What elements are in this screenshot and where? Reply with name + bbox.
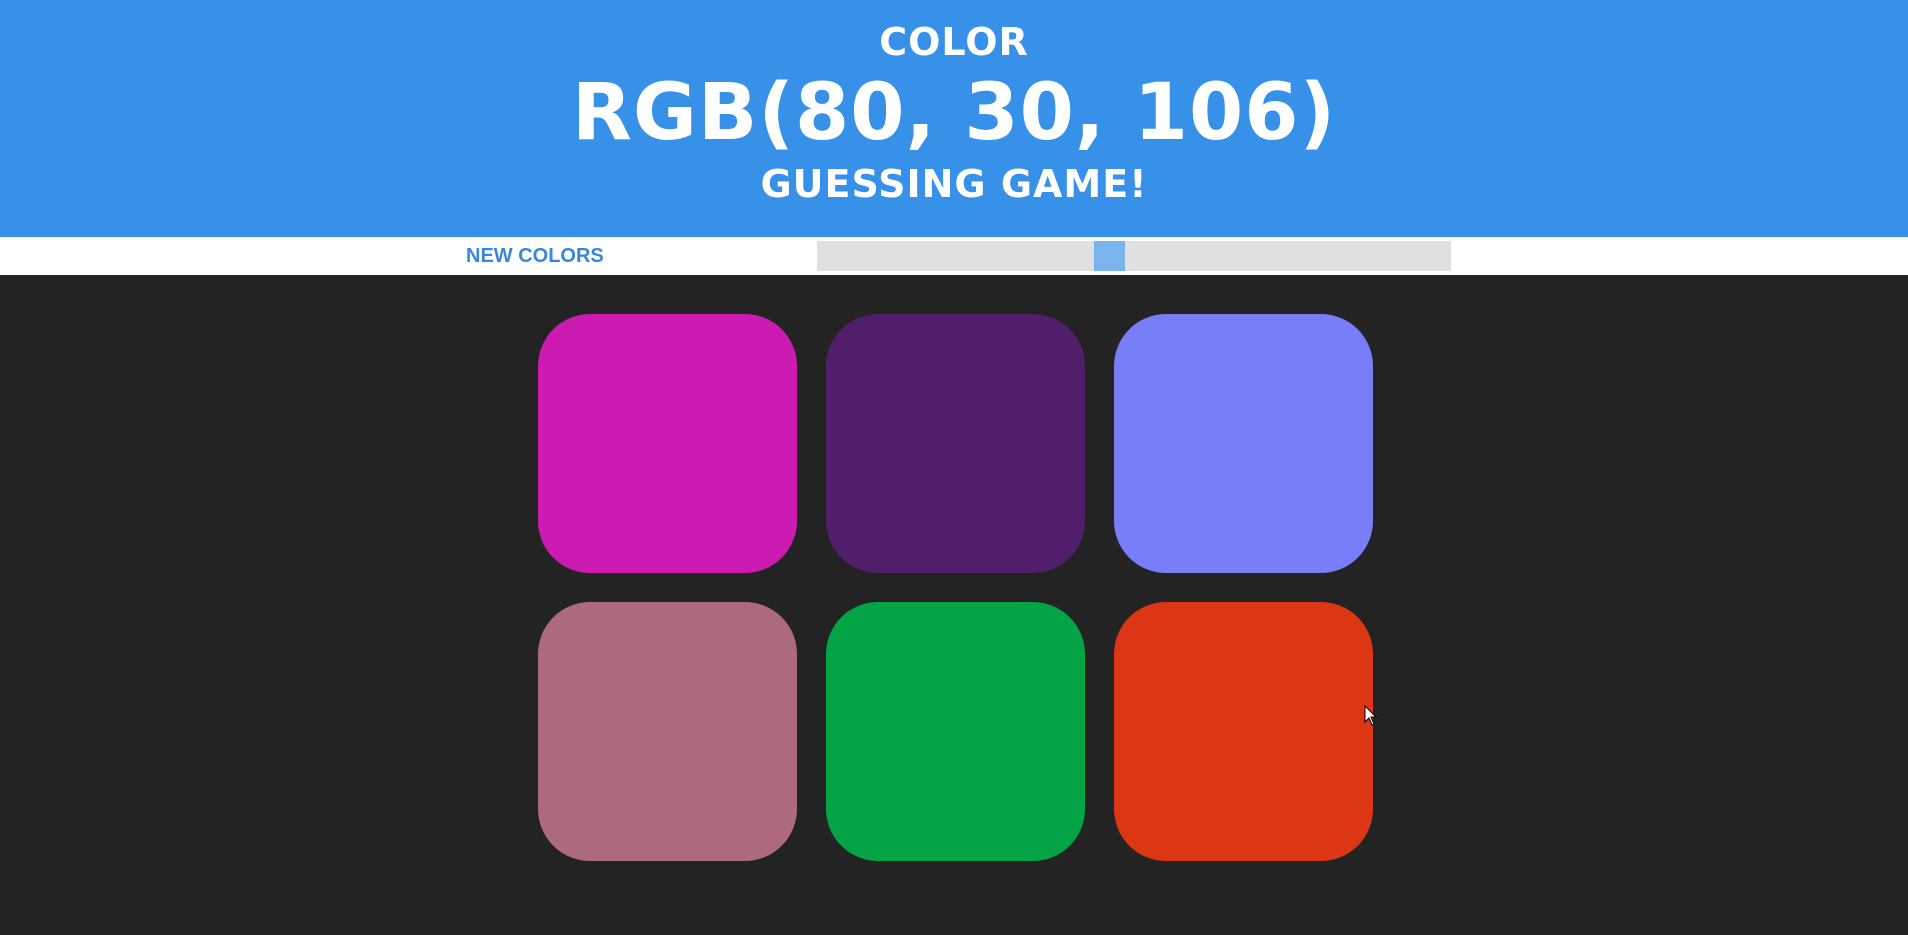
- color-square-3[interactable]: [1114, 314, 1373, 573]
- difficulty-slider-thumb[interactable]: [1094, 241, 1125, 271]
- color-square-1[interactable]: [538, 314, 797, 573]
- header: COLOR RGB(80, 30, 106) GUESSING GAME!: [0, 0, 1908, 237]
- color-square-6[interactable]: [1114, 602, 1373, 861]
- control-stripe: NEW COLORS: [0, 237, 1908, 275]
- title-guessing-game: GUESSING GAME!: [760, 162, 1148, 206]
- color-square-2[interactable]: [826, 314, 1085, 573]
- color-square-4[interactable]: [538, 602, 797, 861]
- color-squares-grid: [0, 275, 1908, 935]
- title-color: COLOR: [879, 20, 1029, 64]
- color-square-5[interactable]: [826, 602, 1085, 861]
- rgb-display: RGB(80, 30, 106): [571, 68, 1337, 158]
- mouse-pointer-icon: [1364, 705, 1378, 726]
- new-colors-button[interactable]: NEW COLORS: [466, 237, 604, 275]
- difficulty-slider-track[interactable]: [817, 241, 1451, 271]
